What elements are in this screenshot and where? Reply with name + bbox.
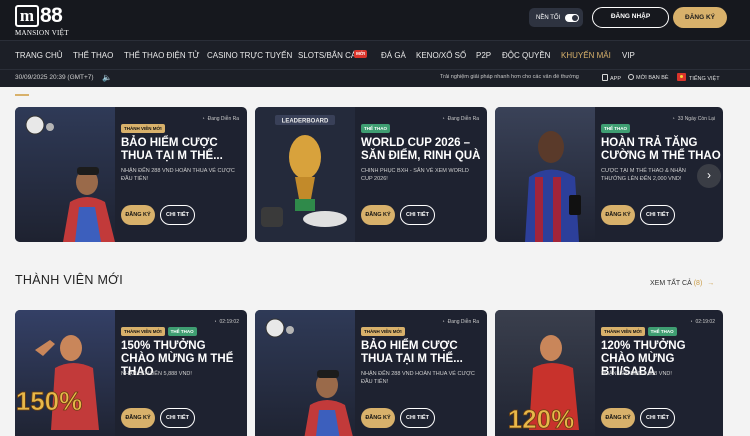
promo-card[interactable]: Đang Diễn Ra THÀNH VIÊN MỚI BẢO HIỂM CƯỢ… xyxy=(255,310,487,436)
referral-label: MỜI BẠN BÈ xyxy=(636,75,669,81)
logo-subtitle: MANSION VIỆT xyxy=(15,29,69,37)
site-logo[interactable]: m 88 MANSION VIỆT xyxy=(15,4,75,37)
player-150-image: 150% xyxy=(15,310,115,436)
world-cup-trophy-image: LEADERBOARD xyxy=(255,107,355,242)
register-button[interactable]: ĐĂNG KÝ xyxy=(673,7,727,28)
nav-item-vip[interactable]: VIP xyxy=(622,51,635,60)
promo-card[interactable]: LEADERBOARD Đang Diễn Ra THỂ THAO WORLD … xyxy=(255,107,487,242)
card-status: Đang Diễn Ra xyxy=(442,116,479,122)
datetime: 30/09/2025 20:39 (GMT+7) xyxy=(15,74,94,81)
card-status: Đang Diễn Ra xyxy=(202,116,239,122)
section-title: THÀNH VIÊN MỚI xyxy=(15,273,123,287)
promo-card[interactable]: 120% 02:19:02 THÀNH VIÊN MỚI THỂ THAO 12… xyxy=(495,310,723,436)
tag-new-member: THÀNH VIÊN MỚI xyxy=(361,327,405,336)
new-badge: MỚI xyxy=(354,50,367,58)
vietnam-flag-icon xyxy=(677,73,686,81)
details-button[interactable]: CHI TIẾT xyxy=(400,408,435,428)
nav-item-esports[interactable]: THỂ THAO ĐIỆN TỬ xyxy=(124,51,199,60)
app-label: APP xyxy=(610,76,622,82)
language-selector[interactable]: TIẾNG VIỆT xyxy=(677,73,720,82)
nav-item-lottery[interactable]: KENO/XỔ SỐ xyxy=(416,51,466,60)
main-nav: TRANG CHỦ THỂ THAO THỂ THAO ĐIỆN TỬ CASI… xyxy=(0,40,750,69)
card-countdown: 02:19:02 xyxy=(214,319,239,325)
section-accent-line xyxy=(15,94,29,96)
arrow-right-icon: → xyxy=(707,280,715,287)
referral-link[interactable]: MỜI BẠN BÈ xyxy=(628,74,669,81)
details-button[interactable]: CHI TIẾT xyxy=(160,408,195,428)
see-all-count: (8) xyxy=(693,280,703,287)
tag-new-member: THÀNH VIÊN MỚI xyxy=(121,327,165,336)
card-description: CƯỢC TẠI M THỂ THAO & NHẬN THƯỞNG LÊN ĐẾ… xyxy=(601,168,686,182)
register-button[interactable]: ĐĂNG KÝ xyxy=(601,205,635,225)
dark-mode-label: NỀN TỐI xyxy=(536,14,561,21)
card-description: CHINH PHỤC BXH - SĂN VÉ XEM WORLD CUP 20… xyxy=(361,168,469,182)
top-header: m 88 MANSION VIỆT NỀN TỐI ĐĂNG NHẬP ĐĂNG… xyxy=(0,0,750,40)
nav-item-home[interactable]: TRANG CHỦ xyxy=(15,51,63,60)
bonus-120-text: 120% xyxy=(508,404,575,434)
nav-item-p2p[interactable]: P2P xyxy=(476,51,491,60)
card-title: BẢO HIỂM CƯỢC THUA TẠI M THỂ... xyxy=(121,137,223,162)
register-button[interactable]: ĐĂNG KÝ xyxy=(361,408,395,428)
tag-sports: THỂ THAO xyxy=(601,124,630,133)
nav-item-promotions[interactable]: KHUYẾN MÃI xyxy=(561,51,611,60)
nav-item-exclusive[interactable]: ĐỘC QUYỀN xyxy=(502,51,550,60)
promo-card[interactable]: 33 Ngày Còn Lại THỂ THAO HOÀN TRẢ TĂNG C… xyxy=(495,107,723,242)
card-description: NHẬN LÊN ĐẾN 5,888 VND! xyxy=(121,371,192,377)
details-button[interactable]: CHI TIẾT xyxy=(640,408,675,428)
card-status: Đang Diễn Ra xyxy=(442,319,479,325)
promo-card[interactable]: 150% 02:19:02 THÀNH VIÊN MỚI THỂ THAO 15… xyxy=(15,310,247,436)
language-label: TIẾNG VIỆT xyxy=(689,76,720,82)
dark-mode-toggle[interactable]: NỀN TỐI xyxy=(529,8,583,27)
speaker-icon[interactable]: 🔈 xyxy=(102,73,112,82)
login-button[interactable]: ĐĂNG NHẬP xyxy=(592,7,669,28)
tag-sports: THỂ THAO xyxy=(647,327,677,336)
tag-new-member: THÀNH VIÊN MỚI xyxy=(121,124,165,133)
tag-sports: THỂ THAO xyxy=(361,124,390,133)
nav-item-cockfight[interactable]: ĐÁ GÀ xyxy=(381,51,406,60)
promo-card[interactable]: Đang Diễn Ra THÀNH VIÊN MỚI BẢO HIỂM CƯỢ… xyxy=(15,107,247,242)
logo-number: 88 xyxy=(40,4,63,27)
toggle-switch-icon xyxy=(565,13,580,22)
register-button[interactable]: ĐĂNG KÝ xyxy=(121,408,155,428)
user-icon xyxy=(628,74,634,80)
details-button[interactable]: CHI TIẾT xyxy=(400,205,435,225)
bonus-150-text: 150% xyxy=(16,386,83,416)
details-button[interactable]: CHI TIẾT xyxy=(640,205,675,225)
info-bar: 30/09/2025 20:39 (GMT+7) 🔈 Trải nghiệm g… xyxy=(0,69,750,87)
carousel-next-arrow-icon[interactable]: › xyxy=(697,164,721,188)
card-description: NHẬN ĐẾN 288 VND HOÀN THUA VÉ CƯỢC ĐẦU T… xyxy=(361,371,475,385)
nav-item-sports[interactable]: THỂ THAO xyxy=(73,51,113,60)
player-120-image: 120% xyxy=(495,310,595,436)
see-all-label: XEM TẤT CẢ xyxy=(650,280,692,287)
card-title: HOÀN TRẢ TĂNG CƯỜNG M THỂ THAO xyxy=(601,137,721,162)
card-status: 33 Ngày Còn Lại xyxy=(672,116,715,122)
tag-new-member: THÀNH VIÊN MỚI xyxy=(601,327,645,336)
player-image xyxy=(15,107,115,242)
card-countdown: 02:19:02 xyxy=(690,319,715,325)
app-link[interactable]: APP xyxy=(602,74,621,82)
see-all-link[interactable]: XEM TẤT CẢ (8) → xyxy=(650,280,714,287)
tag-sports: THỂ THAO xyxy=(167,327,197,336)
card-title: BẢO HIỂM CƯỢC THUA TẠI M THỂ... xyxy=(361,340,463,365)
card-title: WORLD CUP 2026 – SĂN ĐIỂM, RINH QUÀ xyxy=(361,137,481,162)
card-description: NHẬN LÊN ĐẾN 4,888 VND! xyxy=(601,371,672,377)
register-button[interactable]: ĐĂNG KÝ xyxy=(361,205,395,225)
leaderboard-text: LEADERBOARD xyxy=(282,119,329,125)
register-button[interactable]: ĐĂNG KÝ xyxy=(601,408,635,428)
player-image xyxy=(255,310,355,436)
details-button[interactable]: CHI TIẾT xyxy=(160,205,195,225)
announcement-marquee[interactable]: Trải nghiệm giải pháp nhanh hơn cho các … xyxy=(440,74,594,80)
nav-item-slots[interactable]: SLOTS/BẮN CÁ xyxy=(298,51,356,60)
nav-item-casino[interactable]: CASINO TRỰC TUYẾN xyxy=(207,51,292,60)
card-description: NHẬN ĐẾN 288 VND HOÀN THUA VÉ CƯỢC ĐẦU T… xyxy=(121,168,235,182)
register-button[interactable]: ĐĂNG KÝ xyxy=(121,205,155,225)
logo-mark: m xyxy=(15,5,39,27)
phone-icon xyxy=(602,74,608,81)
player-image xyxy=(495,107,595,242)
